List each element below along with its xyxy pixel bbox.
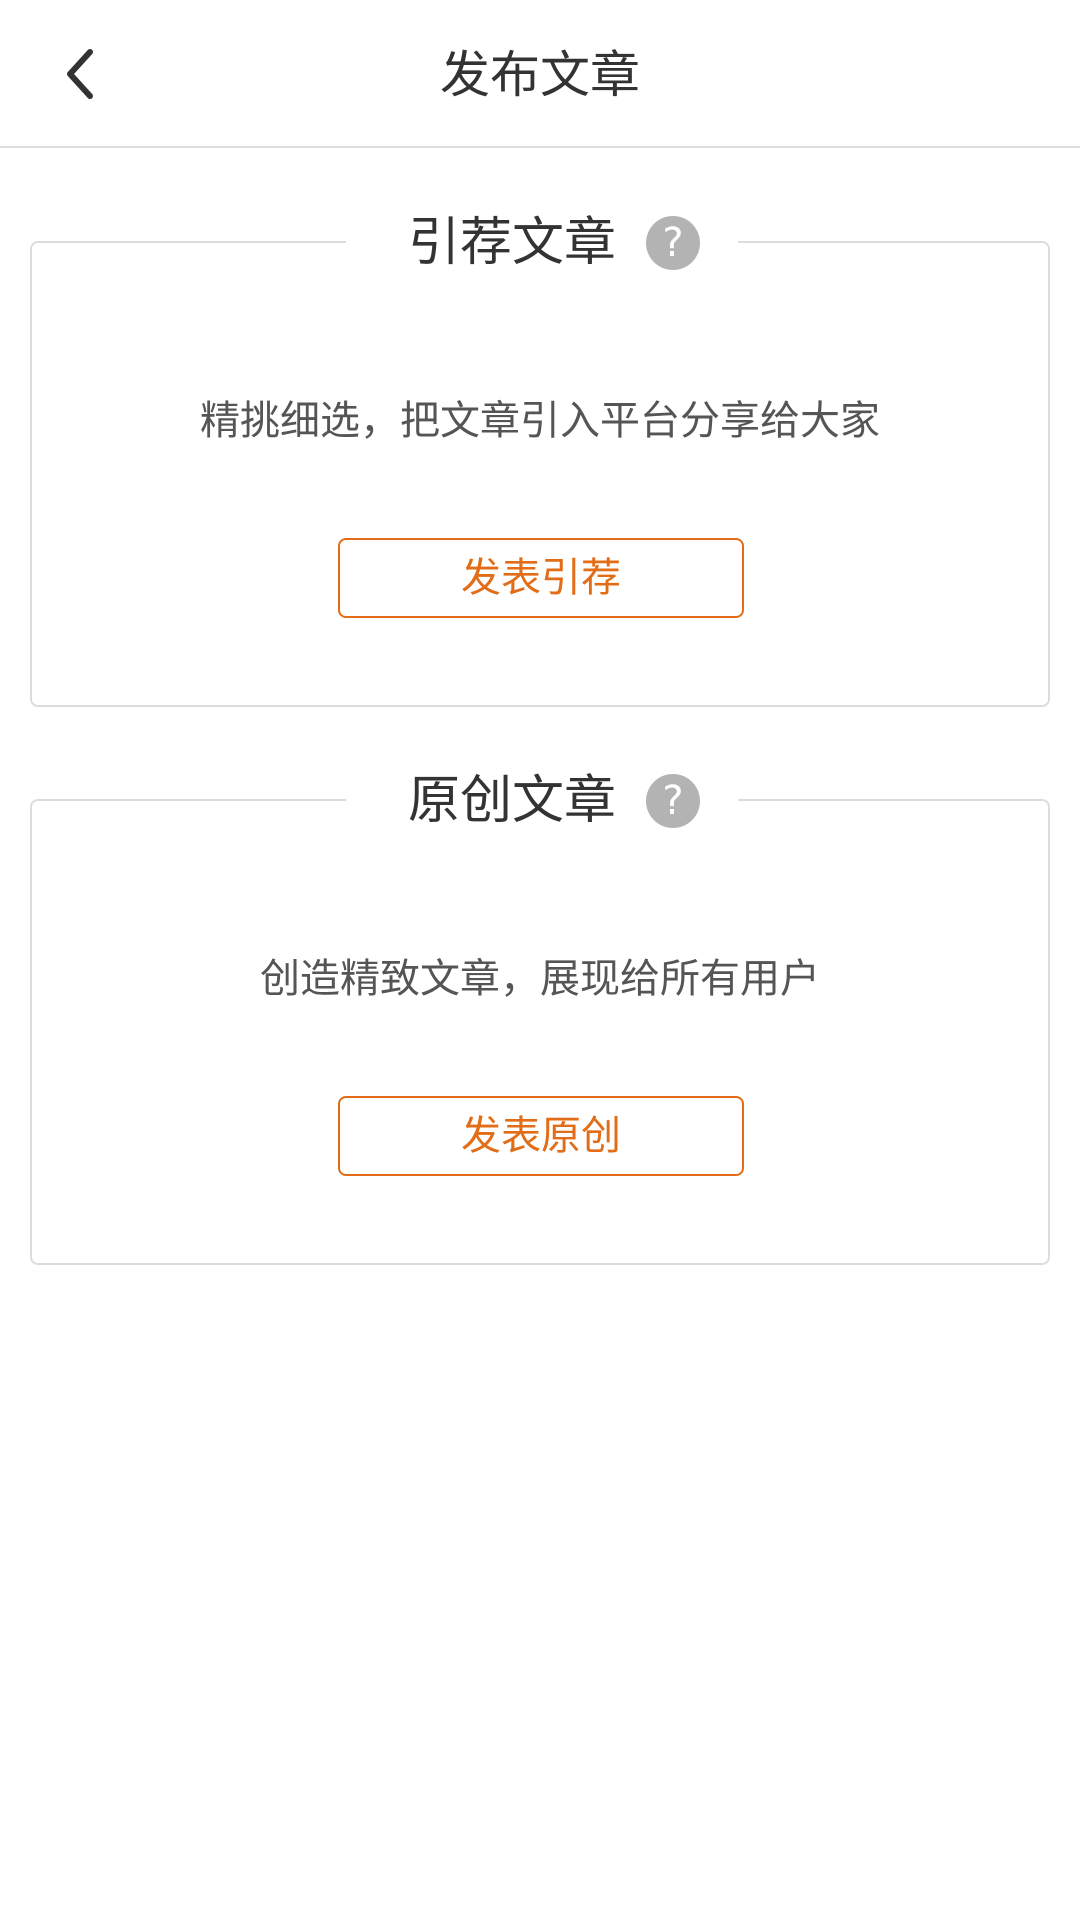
publish-original-button[interactable]: 发表原创 [338,1096,744,1176]
help-icon[interactable]: ? [646,774,700,828]
recommend-article-card: 引荐文章 ? 精挑细选，把文章引入平台分享给大家 发表引荐 [30,198,1050,707]
help-icon[interactable]: ? [646,216,700,270]
publish-recommend-button[interactable]: 发表引荐 [338,538,744,618]
card-title: 引荐文章 [407,213,616,273]
card-legend: 引荐文章 ? [346,198,738,288]
page-title: 发布文章 [440,46,640,104]
original-article-card: 原创文章 ? 创造精致文章，展现给所有用户 发表原创 [30,756,1050,1265]
card-description: 创造精致文章，展现给所有用户 [260,956,820,1002]
top-bar: 发布文章 [0,0,1080,148]
card-description: 精挑细选，把文章引入平台分享给大家 [200,398,880,444]
card-title: 原创文章 [407,771,616,831]
card-legend: 原创文章 ? [346,756,738,846]
